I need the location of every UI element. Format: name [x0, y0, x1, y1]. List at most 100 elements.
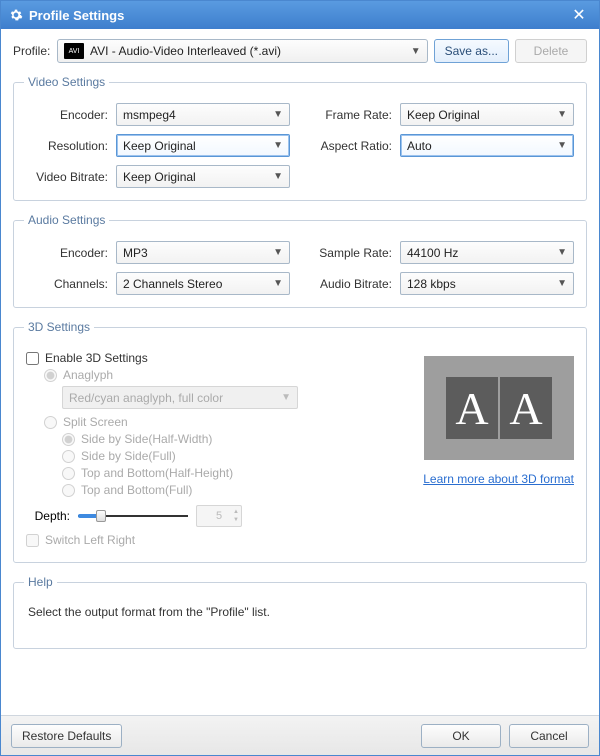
- delete-button: Delete: [515, 39, 587, 63]
- video-encoder-select[interactable]: msmpeg4 ▼: [116, 103, 290, 126]
- audio-bitrate-field: Audio Bitrate: 128 kbps ▼: [310, 272, 574, 295]
- chevron-down-icon: ▼: [411, 46, 421, 57]
- frame-rate-label: Frame Rate:: [310, 108, 400, 122]
- tb-half-label: Top and Bottom(Half-Height): [81, 466, 233, 480]
- aspect-ratio-select[interactable]: Auto ▼: [400, 134, 574, 157]
- audio-bitrate-label: Audio Bitrate:: [310, 277, 400, 291]
- profile-selected-text: AVI - Audio-Video Interleaved (*.avi): [90, 44, 405, 58]
- preview-letter-left: A: [446, 377, 498, 439]
- switch-lr-label: Switch Left Right: [45, 533, 135, 547]
- tb-full-label: Top and Bottom(Full): [81, 483, 192, 497]
- audio-encoder-field: Encoder: MP3 ▼: [26, 241, 290, 264]
- split-screen-radio: Split Screen: [44, 415, 398, 429]
- profile-row: Profile: AVI AVI - Audio-Video Interleav…: [13, 39, 587, 63]
- depth-slider[interactable]: [78, 508, 188, 524]
- gear-icon: [9, 8, 23, 22]
- video-settings-group: Video Settings Encoder: msmpeg4 ▼ Frame …: [13, 75, 587, 201]
- switch-lr-checkbox: Switch Left Right: [26, 533, 398, 547]
- frame-rate-select[interactable]: Keep Original ▼: [400, 103, 574, 126]
- close-icon[interactable]: ✕: [565, 5, 593, 25]
- depth-spinner: 5 ▲▼: [196, 505, 242, 527]
- video-settings-legend: Video Settings: [24, 75, 109, 89]
- help-group: Help Select the output format from the "…: [13, 575, 587, 649]
- preview-letter-right: A: [500, 377, 552, 439]
- help-legend: Help: [24, 575, 57, 589]
- aspect-ratio-value: Auto: [407, 139, 557, 153]
- video-encoder-label: Encoder:: [26, 108, 116, 122]
- split-screen-label: Split Screen: [63, 415, 128, 429]
- sample-rate-field: Sample Rate: 44100 Hz ▼: [310, 241, 574, 264]
- sample-rate-value: 44100 Hz: [407, 246, 557, 260]
- frame-rate-field: Frame Rate: Keep Original ▼: [310, 103, 574, 126]
- channels-select[interactable]: 2 Channels Stereo ▼: [116, 272, 290, 295]
- video-bitrate-value: Keep Original: [123, 170, 273, 184]
- window-title: Profile Settings: [29, 8, 565, 23]
- content-area: Profile: AVI AVI - Audio-Video Interleav…: [1, 29, 599, 715]
- video-bitrate-field: Video Bitrate: Keep Original ▼: [26, 165, 290, 188]
- anaglyph-label: Anaglyph: [63, 368, 113, 382]
- channels-label: Channels:: [26, 277, 116, 291]
- audio-encoder-select[interactable]: MP3 ▼: [116, 241, 290, 264]
- anaglyph-radio: Anaglyph: [44, 368, 398, 382]
- depth-value: 5: [216, 510, 222, 522]
- channels-value: 2 Channels Stereo: [123, 277, 273, 291]
- slider-thumb[interactable]: [96, 510, 106, 522]
- learn-more-link[interactable]: Learn more about 3D format: [423, 472, 574, 486]
- anaglyph-type-select: Red/cyan anaglyph, full color ▼: [62, 386, 298, 409]
- enable-3d-checkbox[interactable]: Enable 3D Settings: [26, 351, 398, 365]
- enable-3d-label: Enable 3D Settings: [45, 351, 148, 365]
- anaglyph-type-value: Red/cyan anaglyph, full color: [69, 391, 281, 405]
- video-encoder-field: Encoder: msmpeg4 ▼: [26, 103, 290, 126]
- audio-settings-group: Audio Settings Encoder: MP3 ▼ Sample Rat…: [13, 213, 587, 308]
- resolution-value: Keep Original: [123, 139, 273, 153]
- help-text: Select the output format from the "Profi…: [26, 603, 574, 621]
- avi-icon: AVI: [64, 43, 84, 59]
- chevron-down-icon: ▼: [273, 140, 283, 151]
- save-as-button[interactable]: Save as...: [434, 39, 509, 63]
- channels-field: Channels: 2 Channels Stereo ▼: [26, 272, 290, 295]
- depth-label: Depth:: [26, 509, 70, 523]
- restore-defaults-button[interactable]: Restore Defaults: [11, 724, 122, 748]
- sbs-full-radio: Side by Side(Full): [62, 449, 398, 463]
- sample-rate-select[interactable]: 44100 Hz ▼: [400, 241, 574, 264]
- threed-preview: A A: [424, 356, 574, 460]
- sbs-half-radio: Side by Side(Half-Width): [62, 432, 398, 446]
- chevron-down-icon: ▼: [557, 278, 567, 289]
- video-encoder-value: msmpeg4: [123, 108, 273, 122]
- sbs-half-label: Side by Side(Half-Width): [81, 432, 212, 446]
- chevron-down-icon: ▼: [557, 247, 567, 258]
- aspect-ratio-label: Aspect Ratio:: [310, 139, 400, 153]
- ok-button[interactable]: OK: [421, 724, 501, 748]
- sbs-full-label: Side by Side(Full): [81, 449, 176, 463]
- chevron-down-icon: ▼: [557, 140, 567, 151]
- cancel-button[interactable]: Cancel: [509, 724, 589, 748]
- tb-full-radio: Top and Bottom(Full): [62, 483, 398, 497]
- footer: Restore Defaults OK Cancel: [1, 715, 599, 755]
- titlebar: Profile Settings ✕: [1, 1, 599, 29]
- audio-settings-legend: Audio Settings: [24, 213, 109, 227]
- threed-settings-legend: 3D Settings: [24, 320, 94, 334]
- resolution-select[interactable]: Keep Original ▼: [116, 134, 290, 157]
- sample-rate-label: Sample Rate:: [310, 246, 400, 260]
- video-bitrate-label: Video Bitrate:: [26, 170, 116, 184]
- video-bitrate-select[interactable]: Keep Original ▼: [116, 165, 290, 188]
- chevron-down-icon: ▼: [273, 247, 283, 258]
- audio-bitrate-value: 128 kbps: [407, 277, 557, 291]
- audio-bitrate-select[interactable]: 128 kbps ▼: [400, 272, 574, 295]
- chevron-down-icon: ▼: [273, 278, 283, 289]
- profile-label: Profile:: [13, 44, 51, 58]
- threed-settings-group: 3D Settings Enable 3D Settings Anaglyph …: [13, 320, 587, 563]
- frame-rate-value: Keep Original: [407, 108, 557, 122]
- audio-encoder-value: MP3: [123, 246, 273, 260]
- aspect-ratio-field: Aspect Ratio: Auto ▼: [310, 134, 574, 157]
- chevron-down-icon: ▼: [273, 109, 283, 120]
- audio-encoder-label: Encoder:: [26, 246, 116, 260]
- tb-half-radio: Top and Bottom(Half-Height): [62, 466, 398, 480]
- resolution-field: Resolution: Keep Original ▼: [26, 134, 290, 157]
- profile-select[interactable]: AVI AVI - Audio-Video Interleaved (*.avi…: [57, 39, 428, 63]
- resolution-label: Resolution:: [26, 139, 116, 153]
- spinner-buttons: ▲▼: [233, 507, 239, 525]
- chevron-down-icon: ▼: [557, 109, 567, 120]
- chevron-down-icon: ▼: [273, 171, 283, 182]
- chevron-down-icon: ▼: [281, 392, 291, 403]
